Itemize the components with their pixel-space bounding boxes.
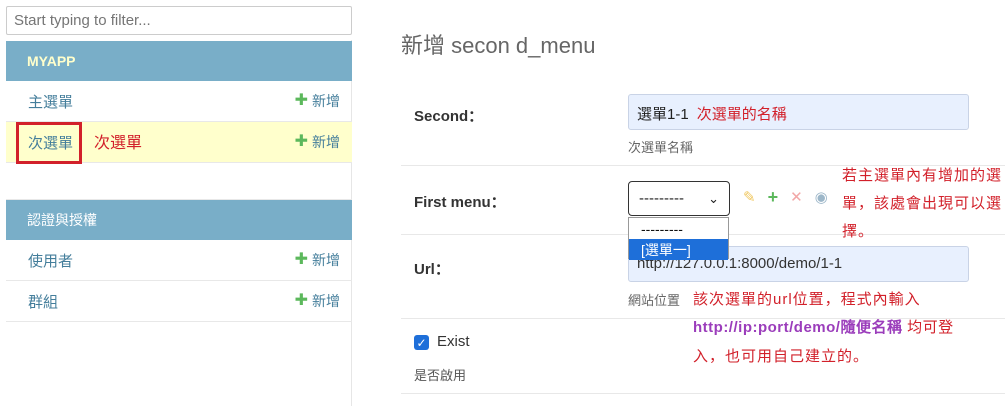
page-title: 新增 secon d_menu: [401, 33, 596, 58]
exist-checkbox[interactable]: ✓: [414, 335, 429, 350]
eye-icon[interactable]: ◉: [815, 190, 828, 206]
annotation-url-pattern: http://ip:port/demo/隨便名稱: [693, 319, 903, 336]
first-menu-selected: ---------: [639, 190, 684, 207]
dropdown-option[interactable]: [選單一]: [629, 239, 728, 260]
annotation-url-line2: http://ip:port/demo/隨便名稱 均可登: [693, 316, 954, 337]
dropdown-option[interactable]: ---------: [629, 218, 728, 239]
nav-link-groups[interactable]: 群組: [28, 291, 58, 312]
add-second-menu-link[interactable]: ✚ 新增: [295, 132, 340, 152]
annotation-first-menu: 若主選單內有增加的選單，該處會出現可以選擇。: [842, 167, 1003, 240]
annotation-highlight-box: [16, 122, 82, 164]
x-icon[interactable]: ✕: [790, 190, 803, 206]
url-label: Url：: [414, 261, 450, 278]
plus-icon: ✚: [294, 133, 308, 150]
module-header-auth[interactable]: 認證與授權: [6, 200, 352, 240]
first-menu-dropdown: --------- [選單一]: [628, 217, 729, 260]
url-help-text: 網站位置: [628, 293, 681, 308]
annotation-url-line1: 該次選單的url位置，程式內輸入: [693, 291, 921, 308]
add-group-link[interactable]: ✚ 新增: [295, 291, 340, 311]
annotation-second-menu: 次選單: [94, 135, 143, 152]
module-name: MYAPP: [27, 53, 76, 69]
annotation-second-name: 次選單的名稱: [696, 106, 787, 123]
first-menu-select[interactable]: --------- ⌄: [628, 181, 730, 216]
chevron-down-icon: ⌄: [708, 190, 719, 206]
add-label: 新增: [312, 293, 340, 309]
add-main-menu-link[interactable]: ✚ 新增: [295, 91, 340, 111]
pencil-icon[interactable]: ✎: [743, 190, 756, 206]
nav-row-groups: 群組 ✚ 新增: [6, 281, 352, 322]
add-label: 新增: [312, 134, 340, 150]
plus-icon: ✚: [294, 292, 308, 309]
second-label: Second：: [414, 108, 484, 125]
nav-filter-input[interactable]: [6, 6, 352, 35]
related-widget-actions: ✎ + ✕ ◉: [743, 188, 828, 206]
plus-icon: ✚: [294, 92, 308, 109]
nav-spacer: [6, 163, 352, 200]
nav-row-main-menu: 主選單 ✚ 新增: [6, 81, 352, 122]
annotation-url-tail: 均可登: [902, 319, 954, 336]
plus-icon: ✚: [294, 251, 308, 268]
second-input[interactable]: 選單1-1 次選單的名稱: [628, 94, 969, 130]
plus-icon[interactable]: +: [768, 188, 779, 206]
module-name: 認證與授權: [27, 212, 97, 228]
add-user-link[interactable]: ✚ 新增: [295, 250, 340, 270]
annotation-url-line3: 入，也可用自己建立的。: [693, 348, 870, 365]
second-value: 選單1-1: [637, 106, 689, 123]
add-label: 新增: [312, 252, 340, 268]
exist-help-text: 是否啟用: [414, 368, 467, 383]
second-help-text: 次選單名稱: [628, 140, 694, 155]
nav-link-main-menu[interactable]: 主選單: [28, 91, 73, 112]
first-menu-label: First menu：: [414, 194, 506, 211]
nav-row-users: 使用者 ✚ 新增: [6, 240, 352, 281]
exist-label: Exist: [437, 333, 470, 350]
add-label: 新增: [312, 93, 340, 109]
nav-link-users[interactable]: 使用者: [28, 250, 73, 271]
module-header-myapp[interactable]: MYAPP: [6, 41, 352, 81]
